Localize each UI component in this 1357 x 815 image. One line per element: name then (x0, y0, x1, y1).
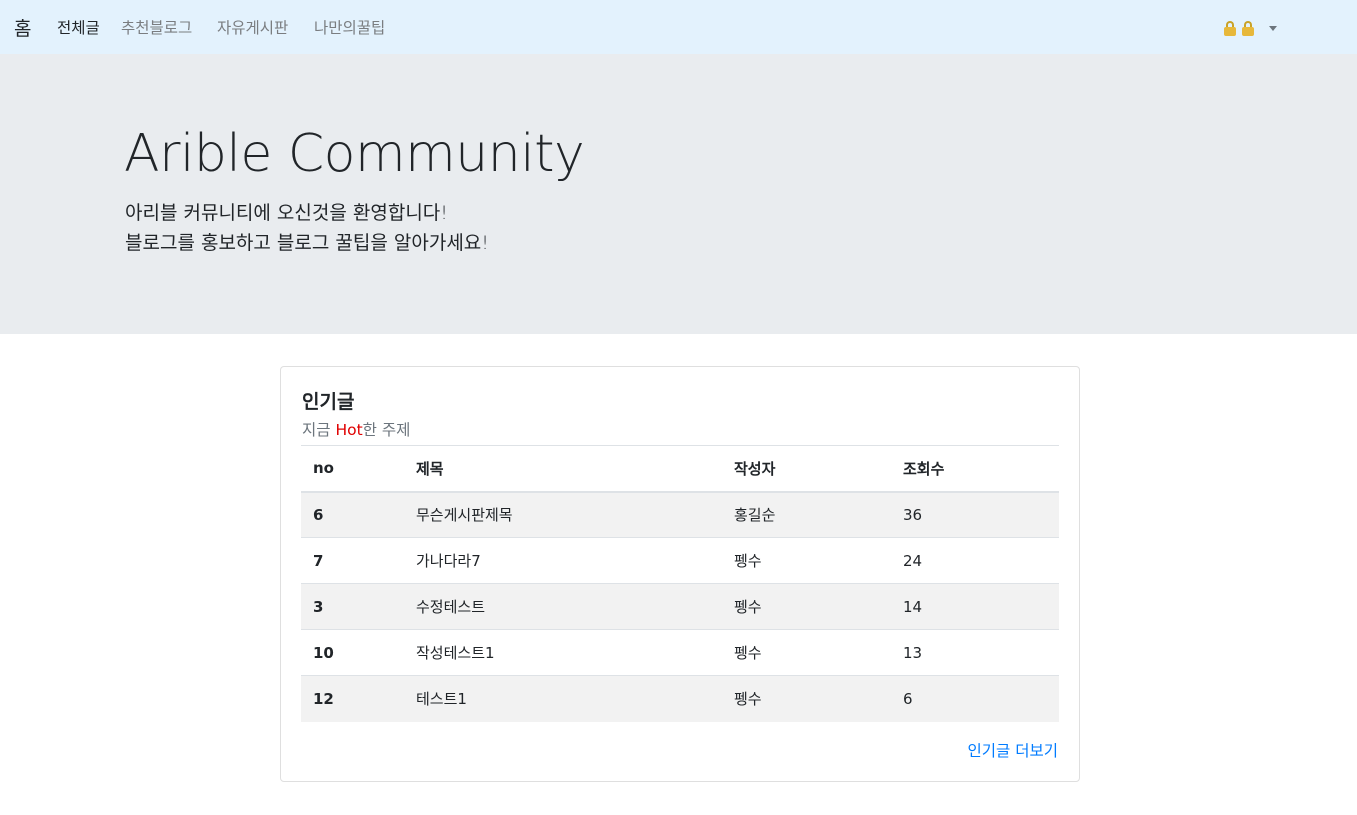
cell-no: 7 (301, 537, 404, 584)
table-row[interactable]: 6 무슨게시판제목 홍길순 36 (301, 491, 1059, 538)
nav-home-link[interactable]: 홈 (14, 14, 31, 41)
hero-jumbotron: Arible Community 아리블 커뮤니티에 오신것을 환영합니다! 블… (0, 54, 1357, 334)
cell-no: 10 (301, 629, 404, 676)
table-row[interactable]: 7 가나다라7 펭수 24 (301, 537, 1059, 584)
lock-icon (1223, 20, 1237, 36)
cell-author: 펭수 (722, 583, 891, 630)
cell-no: 3 (301, 583, 404, 630)
cell-author: 펭수 (722, 537, 891, 584)
cell-views: 24 (891, 537, 1059, 584)
cell-no: 6 (313, 505, 324, 524)
popular-posts-table: no 제목 작성자 조회수 6 무슨게시판제목 홍길순 36 7 가나다라7 펭… (301, 445, 1059, 722)
lock-icon (1241, 20, 1255, 36)
cell-views: 13 (891, 629, 1059, 676)
cell-title[interactable]: 수정테스트 (404, 583, 722, 630)
column-header-title: 제목 (404, 445, 722, 493)
cell-title[interactable]: 테스트1 (404, 675, 722, 722)
card-subtitle: 지금 Hot한 주제 (302, 418, 410, 440)
nav-link-recommended-blogs[interactable]: 추천블로그 (121, 16, 192, 38)
cell-author: 펭수 (722, 675, 891, 722)
card-title: 인기글 (302, 391, 355, 413)
table-row[interactable]: 10 작성테스트1 펭수 13 (301, 629, 1059, 676)
caret-down-icon (1269, 25, 1277, 31)
nav-link-all-posts[interactable]: 전체글 (57, 16, 100, 38)
cell-no: 12 (301, 675, 404, 722)
cell-views: 14 (891, 583, 1059, 630)
more-popular-posts-link[interactable]: 인기글 더보기 (968, 739, 1059, 761)
table-header-row: no 제목 작성자 조회수 (301, 445, 1059, 493)
table-row[interactable]: 3 수정테스트 펭수 14 (301, 583, 1059, 630)
hero-title: Arible Community (124, 124, 585, 184)
column-header-views: 조회수 (891, 445, 1059, 493)
cell-views: 6 (891, 675, 1059, 722)
top-navbar: 홈 전체글 추천블로그 자유게시판 나만의꿀팁 (0, 0, 1357, 54)
hero-welcome-text: 아리블 커뮤니티에 오신것을 환영합니다! (125, 202, 448, 224)
hero-tagline-text: 블로그를 홍보하고 블로그 꿀팁을 알아가세요! (125, 232, 489, 254)
cell-title[interactable]: 무슨게시판제목 (404, 492, 722, 538)
cell-views: 36 (903, 505, 923, 524)
subtitle-prefix: 지금 (302, 421, 336, 439)
nav-link-free-board[interactable]: 자유게시판 (217, 16, 288, 38)
hot-label: Hot (335, 421, 363, 439)
table-row[interactable]: 12 테스트1 펭수 6 (301, 675, 1059, 722)
user-dropdown-toggle[interactable] (1223, 18, 1277, 38)
cell-title[interactable]: 작성테스트1 (404, 629, 722, 676)
cell-author: 펭수 (722, 629, 891, 676)
popular-posts-card: 인기글 지금 Hot한 주제 no 제목 작성자 조회수 6 무슨게시판제목 홍… (280, 366, 1080, 782)
subtitle-suffix: 한 주제 (362, 421, 411, 439)
cell-author: 홍길순 (734, 506, 776, 525)
cell-title[interactable]: 가나다라7 (404, 537, 722, 584)
column-header-no: no (301, 445, 404, 493)
nav-link-my-tips[interactable]: 나만의꿀팁 (314, 16, 385, 38)
column-header-author: 작성자 (722, 445, 891, 493)
